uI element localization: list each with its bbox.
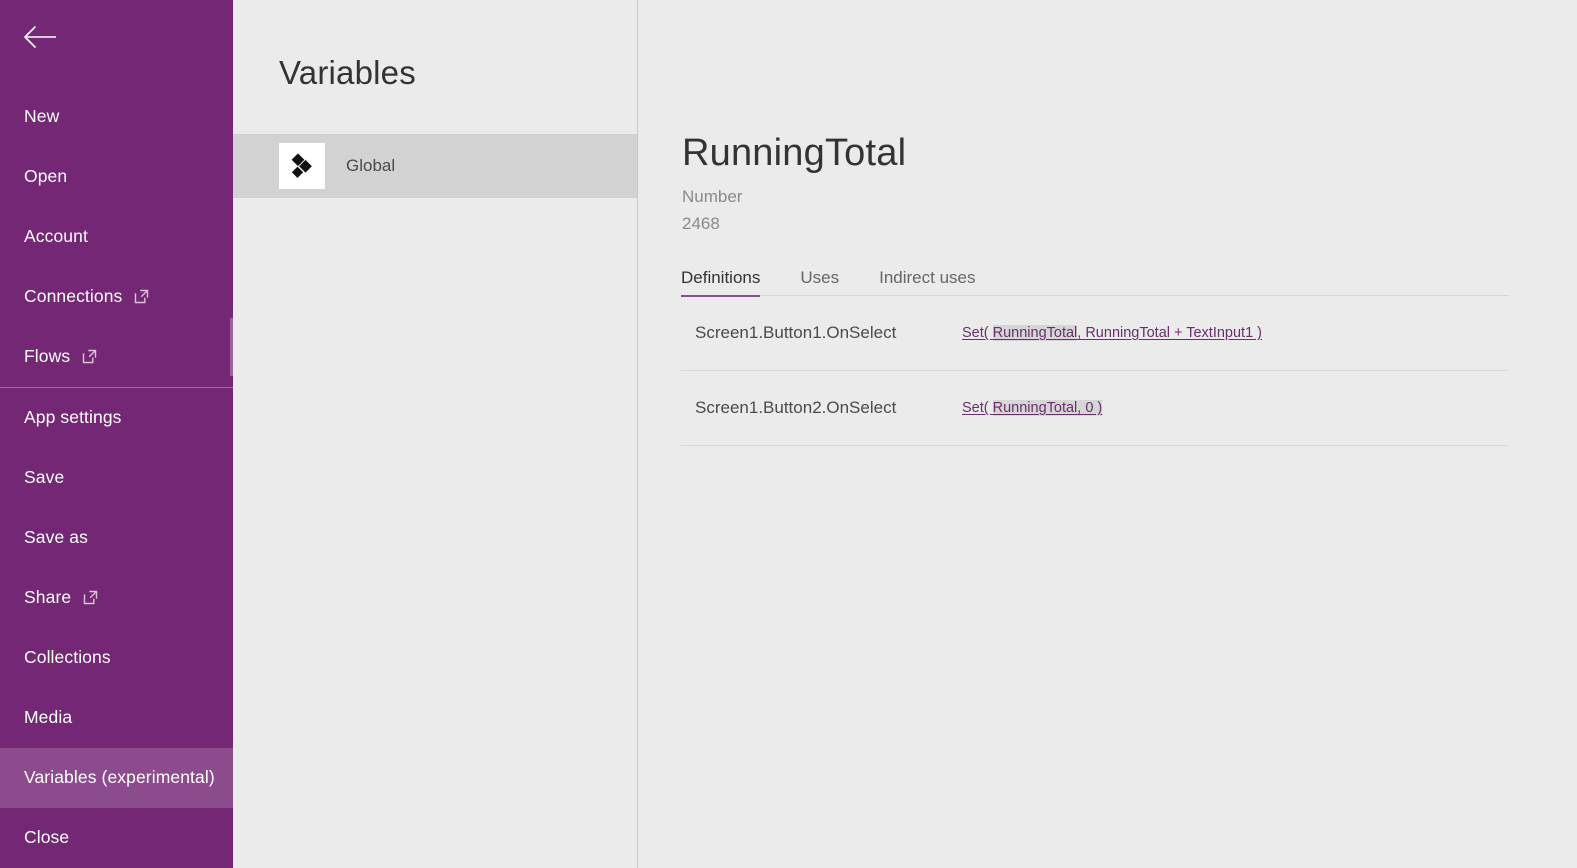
variables-list-panel: Variables Global [233,0,638,868]
sidebar-item-new[interactable]: New [0,87,233,147]
tab-definitions[interactable]: Definitions [681,268,761,297]
sidebar-item-variables-experimental[interactable]: Variables (experimental) [0,748,233,808]
variable-value: 2468 [682,214,720,233]
sidebar-item-label: Account [24,226,88,247]
definitions-table: Screen1.Button1.OnSelect Set( RunningTota… [681,296,1508,446]
definition-source: Screen1.Button1.OnSelect [695,323,897,342]
sidebar-item-label: Media [24,707,73,728]
sidebar-item-label: Save as [24,527,88,548]
formula-prefix: Set( [962,400,993,416]
sidebar-item-label: Share [24,587,72,608]
sidebar: New Open Account Connections Flows App settin… [0,0,233,868]
sidebar-item-save[interactable]: Save [0,448,233,508]
sidebar-item-collections[interactable]: Collections [0,628,233,688]
sidebar-item-flows[interactable]: Flows [0,327,233,387]
sidebar-item-label: App settings [24,407,122,428]
formula-prefix: Set( [962,325,993,341]
definition-source: Screen1.Button2.OnSelect [695,398,897,417]
sidebar-item-share[interactable]: Share [0,568,233,628]
table-row: Screen1.Button1.OnSelect Set( RunningTota… [681,296,1508,371]
sidebar-item-close[interactable]: Close [0,808,233,868]
sidebar-item-app-settings[interactable]: App settings [0,388,233,448]
sidebar-item-label: Connections [24,286,123,307]
variable-type: Number [682,187,743,206]
sidebar-item-label: Flows [24,346,71,367]
sidebar-item-label: Variables (experimental) [24,767,215,788]
table-row: Screen1.Button2.OnSelect Set( RunningTota… [681,371,1508,446]
external-link-icon [134,289,149,304]
external-link-icon [83,590,98,605]
sidebar-item-media[interactable]: Media [0,688,233,748]
sidebar-item-label: New [24,106,60,127]
tab-indirect-uses[interactable]: Indirect uses [879,268,975,296]
sidebar-item-label: Open [24,166,68,187]
sidebar-item-label: Close [24,827,70,848]
detail-tabs: Definitions Uses Indirect uses [681,268,1508,297]
page-title: Variables [279,54,416,91]
list-item-label: Global [346,156,396,175]
tab-uses[interactable]: Uses [800,268,839,296]
definition-formula-link[interactable]: Set( RunningTotal, RunningTotal + TextIn… [962,325,1262,341]
global-variable-icon [279,143,325,189]
back-arrow-icon [22,24,58,50]
definition-formula-link[interactable]: Set( RunningTotal, 0 ) [962,400,1103,416]
sidebar-item-save-as[interactable]: Save as [0,508,233,568]
sidebar-nav-list: New Open Account Connections Flows App settin… [0,87,233,868]
variable-name: RunningTotal [682,132,907,174]
sidebar-item-label: Collections [24,647,111,668]
sidebar-item-open[interactable]: Open [0,147,233,207]
sidebar-item-connections[interactable]: Connections [0,267,233,327]
formula-highlight: RunningTotal, 0 ) [992,400,1103,416]
external-link-icon [82,349,97,364]
formula-suffix: , RunningTotal + TextInput1 ) [1077,325,1263,341]
formula-highlight: RunningTotal [992,325,1078,341]
variable-detail-pane: RunningTotal Number 2468 Definitions Uses… [638,0,1577,868]
app-root: New Open Account Connections Flows App settin… [0,0,1577,868]
back-button[interactable] [14,14,66,60]
sidebar-item-account[interactable]: Account [0,207,233,267]
list-item-global[interactable]: Global [233,134,637,198]
sidebar-item-label: Save [24,467,65,488]
